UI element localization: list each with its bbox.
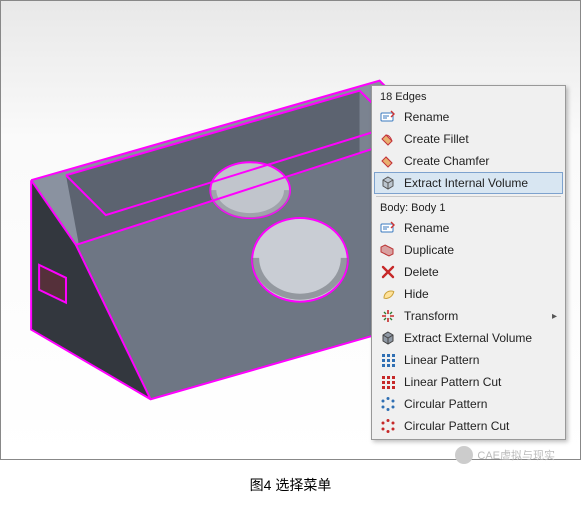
menu-item-circular-pattern[interactable]: Circular Pattern	[374, 393, 563, 415]
menu-label: Create Fillet	[404, 132, 557, 146]
menu-label: Circular Pattern	[404, 397, 557, 411]
context-menu: 18 Edges Rename Create Fillet Create Cha…	[371, 85, 566, 440]
duplicate-icon	[380, 242, 396, 258]
menu-item-linear-pattern-cut[interactable]: Linear Pattern Cut	[374, 371, 563, 393]
extract-internal-icon	[380, 175, 396, 191]
menu-item-transform[interactable]: Transform	[374, 305, 563, 327]
menu-item-delete[interactable]: Delete	[374, 261, 563, 283]
menu-item-rename-edges[interactable]: Rename	[374, 106, 563, 128]
menu-item-linear-pattern[interactable]: Linear Pattern	[374, 349, 563, 371]
delete-icon	[380, 264, 396, 280]
menu-label: Circular Pattern Cut	[404, 419, 557, 433]
rename-icon	[380, 220, 396, 236]
linear-pattern-icon	[380, 352, 396, 368]
watermark-icon	[455, 446, 473, 464]
hide-icon	[380, 286, 396, 302]
menu-header-edges: 18 Edges	[374, 88, 563, 106]
extract-external-icon	[380, 330, 396, 346]
menu-item-duplicate[interactable]: Duplicate	[374, 239, 563, 261]
fillet-icon	[380, 131, 396, 147]
menu-separator	[376, 196, 561, 197]
menu-label: Extract Internal Volume	[404, 176, 557, 190]
menu-item-hide[interactable]: Hide	[374, 283, 563, 305]
menu-label: Create Chamfer	[404, 154, 557, 168]
menu-item-create-chamfer[interactable]: Create Chamfer	[374, 150, 563, 172]
menu-label: Hide	[404, 287, 557, 301]
viewport-3d[interactable]: 18 Edges Rename Create Fillet Create Cha…	[0, 0, 581, 460]
chamfer-icon	[380, 153, 396, 169]
figure-caption: 图4 选择菜单	[0, 475, 581, 495]
watermark-text: CAE虚拟与现实	[477, 447, 555, 463]
menu-label: Rename	[404, 110, 557, 124]
menu-item-circular-pattern-cut[interactable]: Circular Pattern Cut	[374, 415, 563, 437]
watermark: CAE虚拟与现实	[455, 446, 555, 464]
menu-item-extract-internal-volume[interactable]: Extract Internal Volume	[374, 172, 563, 194]
menu-item-extract-external-volume[interactable]: Extract External Volume	[374, 327, 563, 349]
circular-pattern-cut-icon	[380, 418, 396, 434]
circular-pattern-icon	[380, 396, 396, 412]
menu-item-create-fillet[interactable]: Create Fillet	[374, 128, 563, 150]
menu-label: Transform	[404, 309, 557, 323]
rename-icon	[380, 109, 396, 125]
menu-header-body: Body: Body 1	[374, 199, 563, 217]
linear-pattern-cut-icon	[380, 374, 396, 390]
menu-item-rename-body[interactable]: Rename	[374, 217, 563, 239]
menu-label: Extract External Volume	[404, 331, 557, 345]
menu-label: Duplicate	[404, 243, 557, 257]
menu-label: Rename	[404, 221, 557, 235]
menu-label: Delete	[404, 265, 557, 279]
menu-label: Linear Pattern	[404, 353, 557, 367]
transform-icon	[380, 308, 396, 324]
menu-label: Linear Pattern Cut	[404, 375, 557, 389]
